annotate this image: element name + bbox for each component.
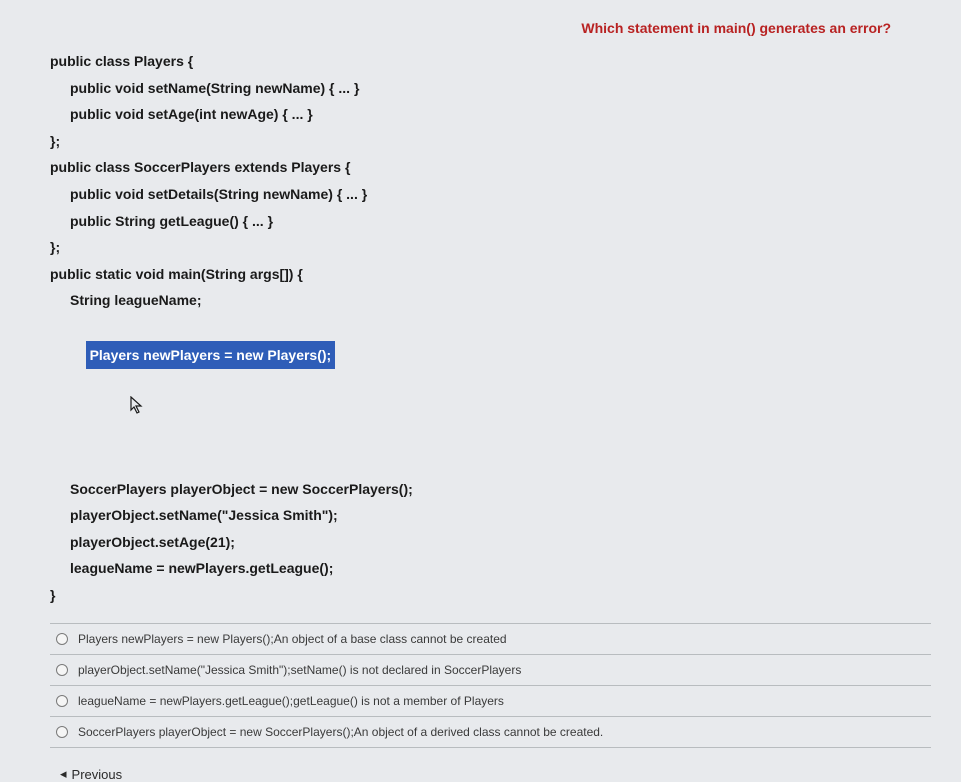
- radio-icon[interactable]: [56, 726, 68, 738]
- code-line: public void setName(String newName) { ..…: [50, 75, 931, 102]
- previous-label: Previous: [72, 767, 123, 782]
- cursor-icon: [86, 369, 145, 449]
- radio-icon[interactable]: [56, 695, 68, 707]
- code-line: public void setDetails(String newName) {…: [50, 181, 931, 208]
- code-line: }: [50, 582, 931, 609]
- answer-option[interactable]: playerObject.setName("Jessica Smith");se…: [50, 655, 931, 686]
- answer-list: Players newPlayers = new Players();An ob…: [50, 623, 931, 748]
- code-line: String leagueName;: [50, 287, 931, 314]
- answer-text: leagueName = newPlayers.getLeague();getL…: [78, 694, 504, 708]
- code-line: leagueName = newPlayers.getLeague();: [50, 555, 931, 582]
- code-line: SoccerPlayers playerObject = new SoccerP…: [50, 476, 931, 503]
- answer-text: SoccerPlayers playerObject = new SoccerP…: [78, 725, 603, 739]
- previous-button[interactable]: ◂ Previous: [60, 766, 122, 782]
- code-line: public static void main(String args[]) {: [50, 261, 931, 288]
- chevron-left-icon: ◂: [60, 766, 67, 782]
- answer-text: Players newPlayers = new Players();An ob…: [78, 632, 507, 646]
- code-block: public class Players { public void setNa…: [50, 48, 931, 608]
- answer-text: playerObject.setName("Jessica Smith");se…: [78, 663, 521, 677]
- radio-icon[interactable]: [56, 633, 68, 645]
- code-line: playerObject.setName("Jessica Smith");: [50, 502, 931, 529]
- answer-option[interactable]: Players newPlayers = new Players();An ob…: [50, 623, 931, 655]
- code-line: };: [50, 128, 931, 155]
- radio-icon[interactable]: [56, 664, 68, 676]
- code-line: public class SoccerPlayers extends Playe…: [50, 154, 931, 181]
- question-title: Which statement in main() generates an e…: [50, 20, 931, 36]
- code-line: public String getLeague() { ... }: [50, 208, 931, 235]
- answer-option[interactable]: SoccerPlayers playerObject = new SoccerP…: [50, 717, 931, 748]
- code-line-highlighted: Players newPlayers = new Players();: [50, 314, 931, 476]
- selected-text: Players newPlayers = new Players();: [86, 341, 336, 370]
- answer-option[interactable]: leagueName = newPlayers.getLeague();getL…: [50, 686, 931, 717]
- code-line: playerObject.setAge(21);: [50, 529, 931, 556]
- code-line: };: [50, 234, 931, 261]
- code-line: public class Players {: [50, 48, 931, 75]
- code-line: public void setAge(int newAge) { ... }: [50, 101, 931, 128]
